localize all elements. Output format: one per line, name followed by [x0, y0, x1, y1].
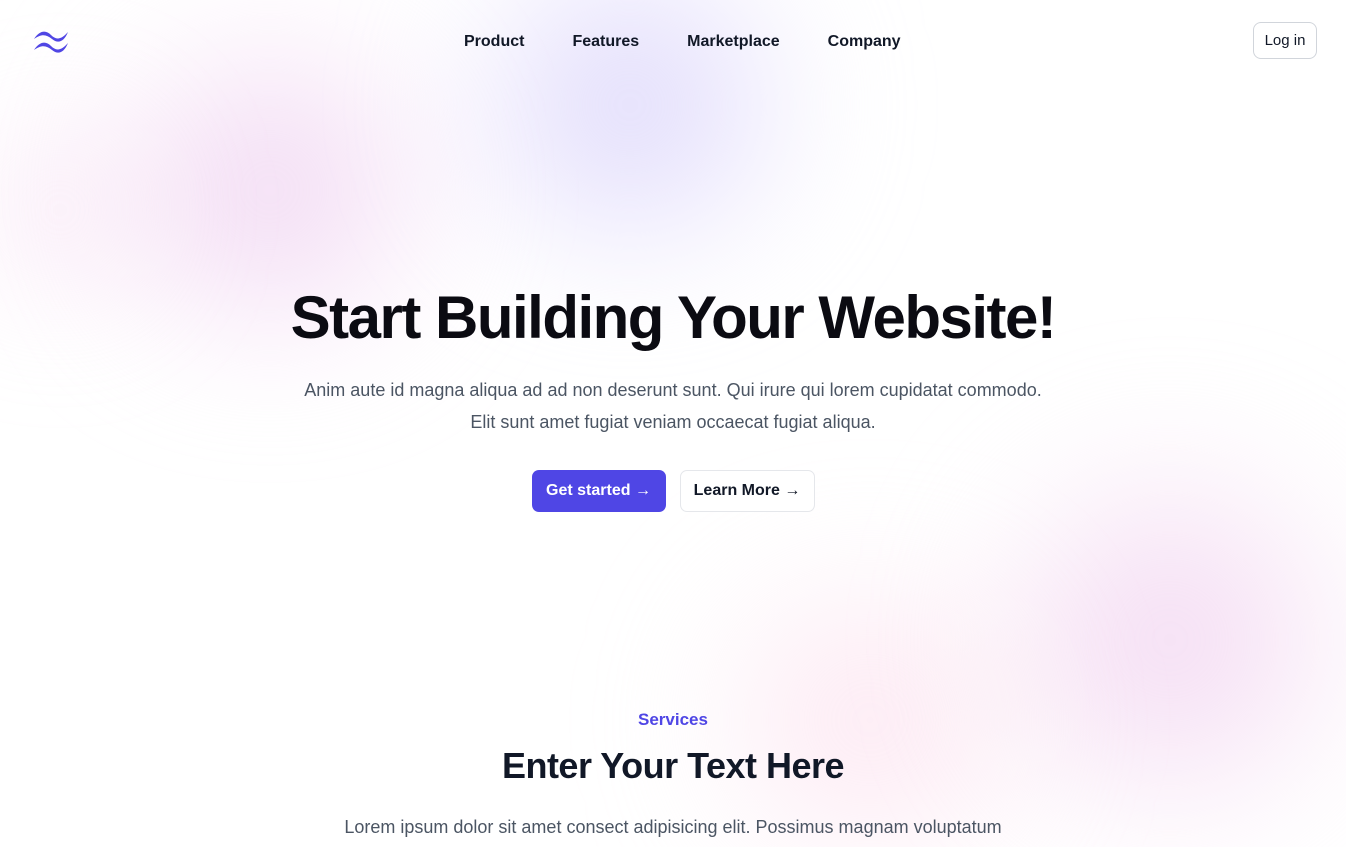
tailwind-waves-icon	[34, 31, 68, 53]
landing-page: Product Features Marketplace Company Log…	[0, 0, 1346, 847]
services-eyebrow: Services	[638, 710, 708, 729]
nav-link-features[interactable]: Features	[572, 32, 639, 52]
nav-link-company[interactable]: Company	[828, 32, 901, 52]
logo-link[interactable]	[32, 28, 70, 54]
learn-more-button[interactable]: Learn More →	[679, 470, 815, 512]
login-button[interactable]: Log in	[1253, 22, 1317, 59]
services-title: Enter Your Text Here	[501, 745, 845, 786]
site-header: Product Features Marketplace Company Log…	[0, 0, 1346, 84]
hero-title: Start Building Your Website!	[290, 284, 1057, 351]
hero-description: Anim aute id magna aliqua ad ad non dese…	[304, 380, 1042, 432]
services-section: Services Enter Your Text Here Lorem ipsu…	[0, 706, 1346, 842]
hero-section: Start Building Your Website! Anim aute i…	[0, 280, 1346, 512]
nav-link-product[interactable]: Product	[464, 32, 524, 52]
hero-actions: Get started → Learn More →	[0, 470, 1346, 512]
services-description: Lorem ipsum dolor sit amet consect adipi…	[344, 817, 1002, 837]
get-started-button[interactable]: Get started →	[531, 470, 666, 512]
nav-link-marketplace[interactable]: Marketplace	[687, 32, 780, 52]
main-nav: Product Features Marketplace Company	[464, 32, 901, 52]
